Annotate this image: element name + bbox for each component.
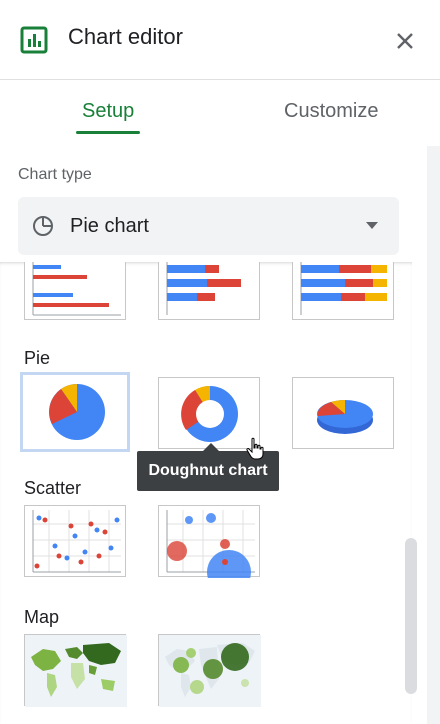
percent-bar-icon [300, 262, 387, 315]
hand-cursor-icon [246, 437, 264, 460]
bar-chart-icon [32, 262, 121, 316]
percent-bar-thumb[interactable] [292, 262, 394, 320]
active-tab-indicator [76, 131, 140, 134]
scatter-chart-icon [32, 510, 121, 573]
editor-header: Chart editor [0, 0, 440, 80]
chart-icon [20, 26, 48, 54]
pie-chart-icon [49, 383, 105, 440]
tooltip-notch [203, 443, 219, 451]
geo-markers-thumb[interactable] [158, 634, 261, 707]
geo-markers-icon [159, 635, 261, 707]
group-label-pie: Pie [24, 348, 51, 368]
pie-chart-icon [33, 216, 53, 236]
tab-setup[interactable]: Setup [82, 100, 134, 123]
chart-type-value: Pie chart [70, 215, 149, 237]
doughnut-chart-thumb[interactable] [158, 377, 260, 449]
group-label-scatter: Scatter [24, 478, 82, 498]
close-icon[interactable] [392, 28, 418, 54]
chart-type-label: Chart type [18, 166, 92, 183]
chevron-down-icon [366, 222, 378, 229]
stacked-bar-icon [166, 262, 241, 315]
chart-type-palette: Pie Scatter Map [0, 262, 412, 724]
pie-chart-thumb[interactable] [20, 372, 130, 452]
palette-scrollbar[interactable] [405, 538, 417, 694]
geo-chart-thumb[interactable] [24, 634, 127, 707]
scatter-chart-thumb[interactable] [24, 505, 126, 577]
scroll-track[interactable] [427, 146, 440, 724]
chart-type-select[interactable]: Pie chart [18, 197, 399, 255]
geo-chart-icon [25, 635, 127, 707]
editor-title: Chart editor [68, 24, 183, 49]
tab-customize[interactable]: Customize [284, 100, 378, 123]
bubble-chart-icon [166, 510, 255, 578]
editor-tabs: Setup Customize [0, 80, 440, 140]
bubble-chart-thumb[interactable] [158, 505, 260, 578]
3d-pie-chart-icon [317, 400, 373, 434]
bar-chart-thumb[interactable] [24, 262, 126, 320]
3d-pie-chart-thumb[interactable] [292, 377, 394, 449]
stacked-bar-thumb[interactable] [158, 262, 260, 320]
group-label-map: Map [24, 607, 60, 627]
